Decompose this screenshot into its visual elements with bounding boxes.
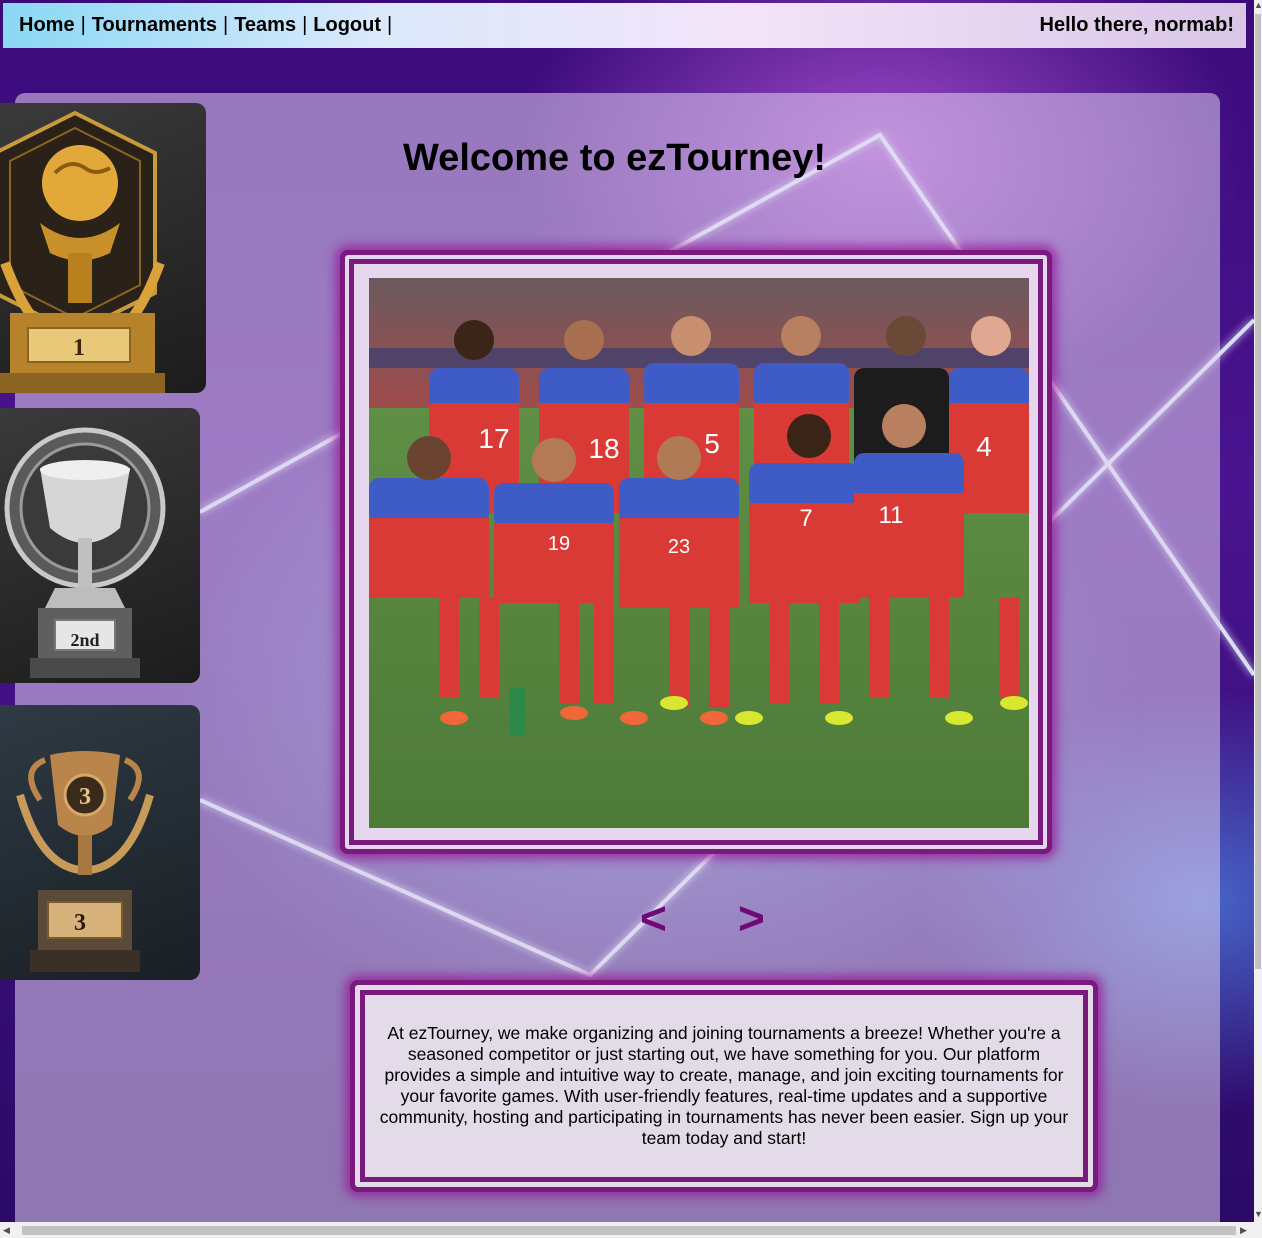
nav-links: Home | Tournaments | Teams | Logout | — [3, 14, 398, 37]
scroll-up-arrow-icon[interactable]: ▲ — [1254, 0, 1262, 10]
jersey-number: 11 — [879, 502, 904, 529]
gold-trophy-icon: 1 — [0, 110, 165, 393]
third-place-label: 3 — [74, 910, 86, 936]
first-place-label: 1 — [73, 335, 85, 361]
page-title: Welcome to ezTourney! — [403, 137, 826, 179]
user-greeting: Hello there, normab! — [1039, 14, 1234, 36]
jersey-number: 5 — [704, 428, 720, 459]
scroll-left-arrow-icon[interactable]: ◀ — [3, 1225, 10, 1236]
nav-separator: | — [387, 14, 393, 36]
horizontal-scrollbar-thumb[interactable] — [22, 1226, 1236, 1235]
jersey-number: 19 — [548, 533, 570, 555]
top-nav-bar: Home | Tournaments | Teams | Logout | He… — [3, 3, 1246, 48]
nav-home-link[interactable]: Home — [19, 14, 75, 37]
carousel-prev-button[interactable]: < — [640, 895, 667, 941]
nav-separator: | — [222, 14, 229, 36]
nav-tournaments-link[interactable]: Tournaments — [92, 14, 217, 37]
team-photo: 17 18 5 4 19 23 7 11 — [369, 278, 1029, 828]
team-photo-image: 17 18 5 4 19 23 7 11 — [369, 278, 1029, 828]
second-place-label: 2nd — [70, 630, 99, 650]
vertical-scrollbar-thumb[interactable] — [1255, 14, 1261, 969]
bronze-trophy-icon: 3 3 — [16, 751, 154, 972]
svg-text:3: 3 — [79, 784, 91, 810]
jersey-number: 23 — [668, 536, 690, 558]
nav-separator: | — [80, 14, 86, 36]
nav-logout-link[interactable]: Logout — [313, 14, 381, 37]
description-box: At ezTourney, we make organizing and joi… — [350, 980, 1098, 1192]
jersey-number: 4 — [976, 431, 992, 462]
jersey-number: 18 — [588, 433, 619, 464]
jersey-number: 7 — [799, 505, 812, 532]
jersey-number: 17 — [478, 423, 509, 454]
scroll-right-arrow-icon[interactable]: ▶ — [1240, 1225, 1247, 1236]
horizontal-scrollbar[interactable]: ◀ ▶ — [0, 1222, 1262, 1238]
scroll-down-arrow-icon[interactable]: ▼ — [1254, 1209, 1262, 1219]
nav-separator: | — [302, 14, 308, 36]
silver-trophy-icon: 2nd — [4, 427, 166, 678]
description-box-inner: At ezTourney, we make organizing and joi… — [360, 990, 1088, 1182]
nav-teams-link[interactable]: Teams — [234, 14, 296, 37]
third-place-trophy-image: 3 3 — [0, 705, 200, 980]
description-text: At ezTourney, we make organizing and joi… — [379, 1023, 1069, 1148]
first-place-trophy-image: 1 — [0, 103, 206, 393]
vertical-scrollbar[interactable]: ▲ ▼ — [1254, 0, 1262, 1222]
carousel-next-button[interactable]: > — [738, 895, 765, 941]
second-place-trophy-image: 2nd — [0, 408, 200, 683]
